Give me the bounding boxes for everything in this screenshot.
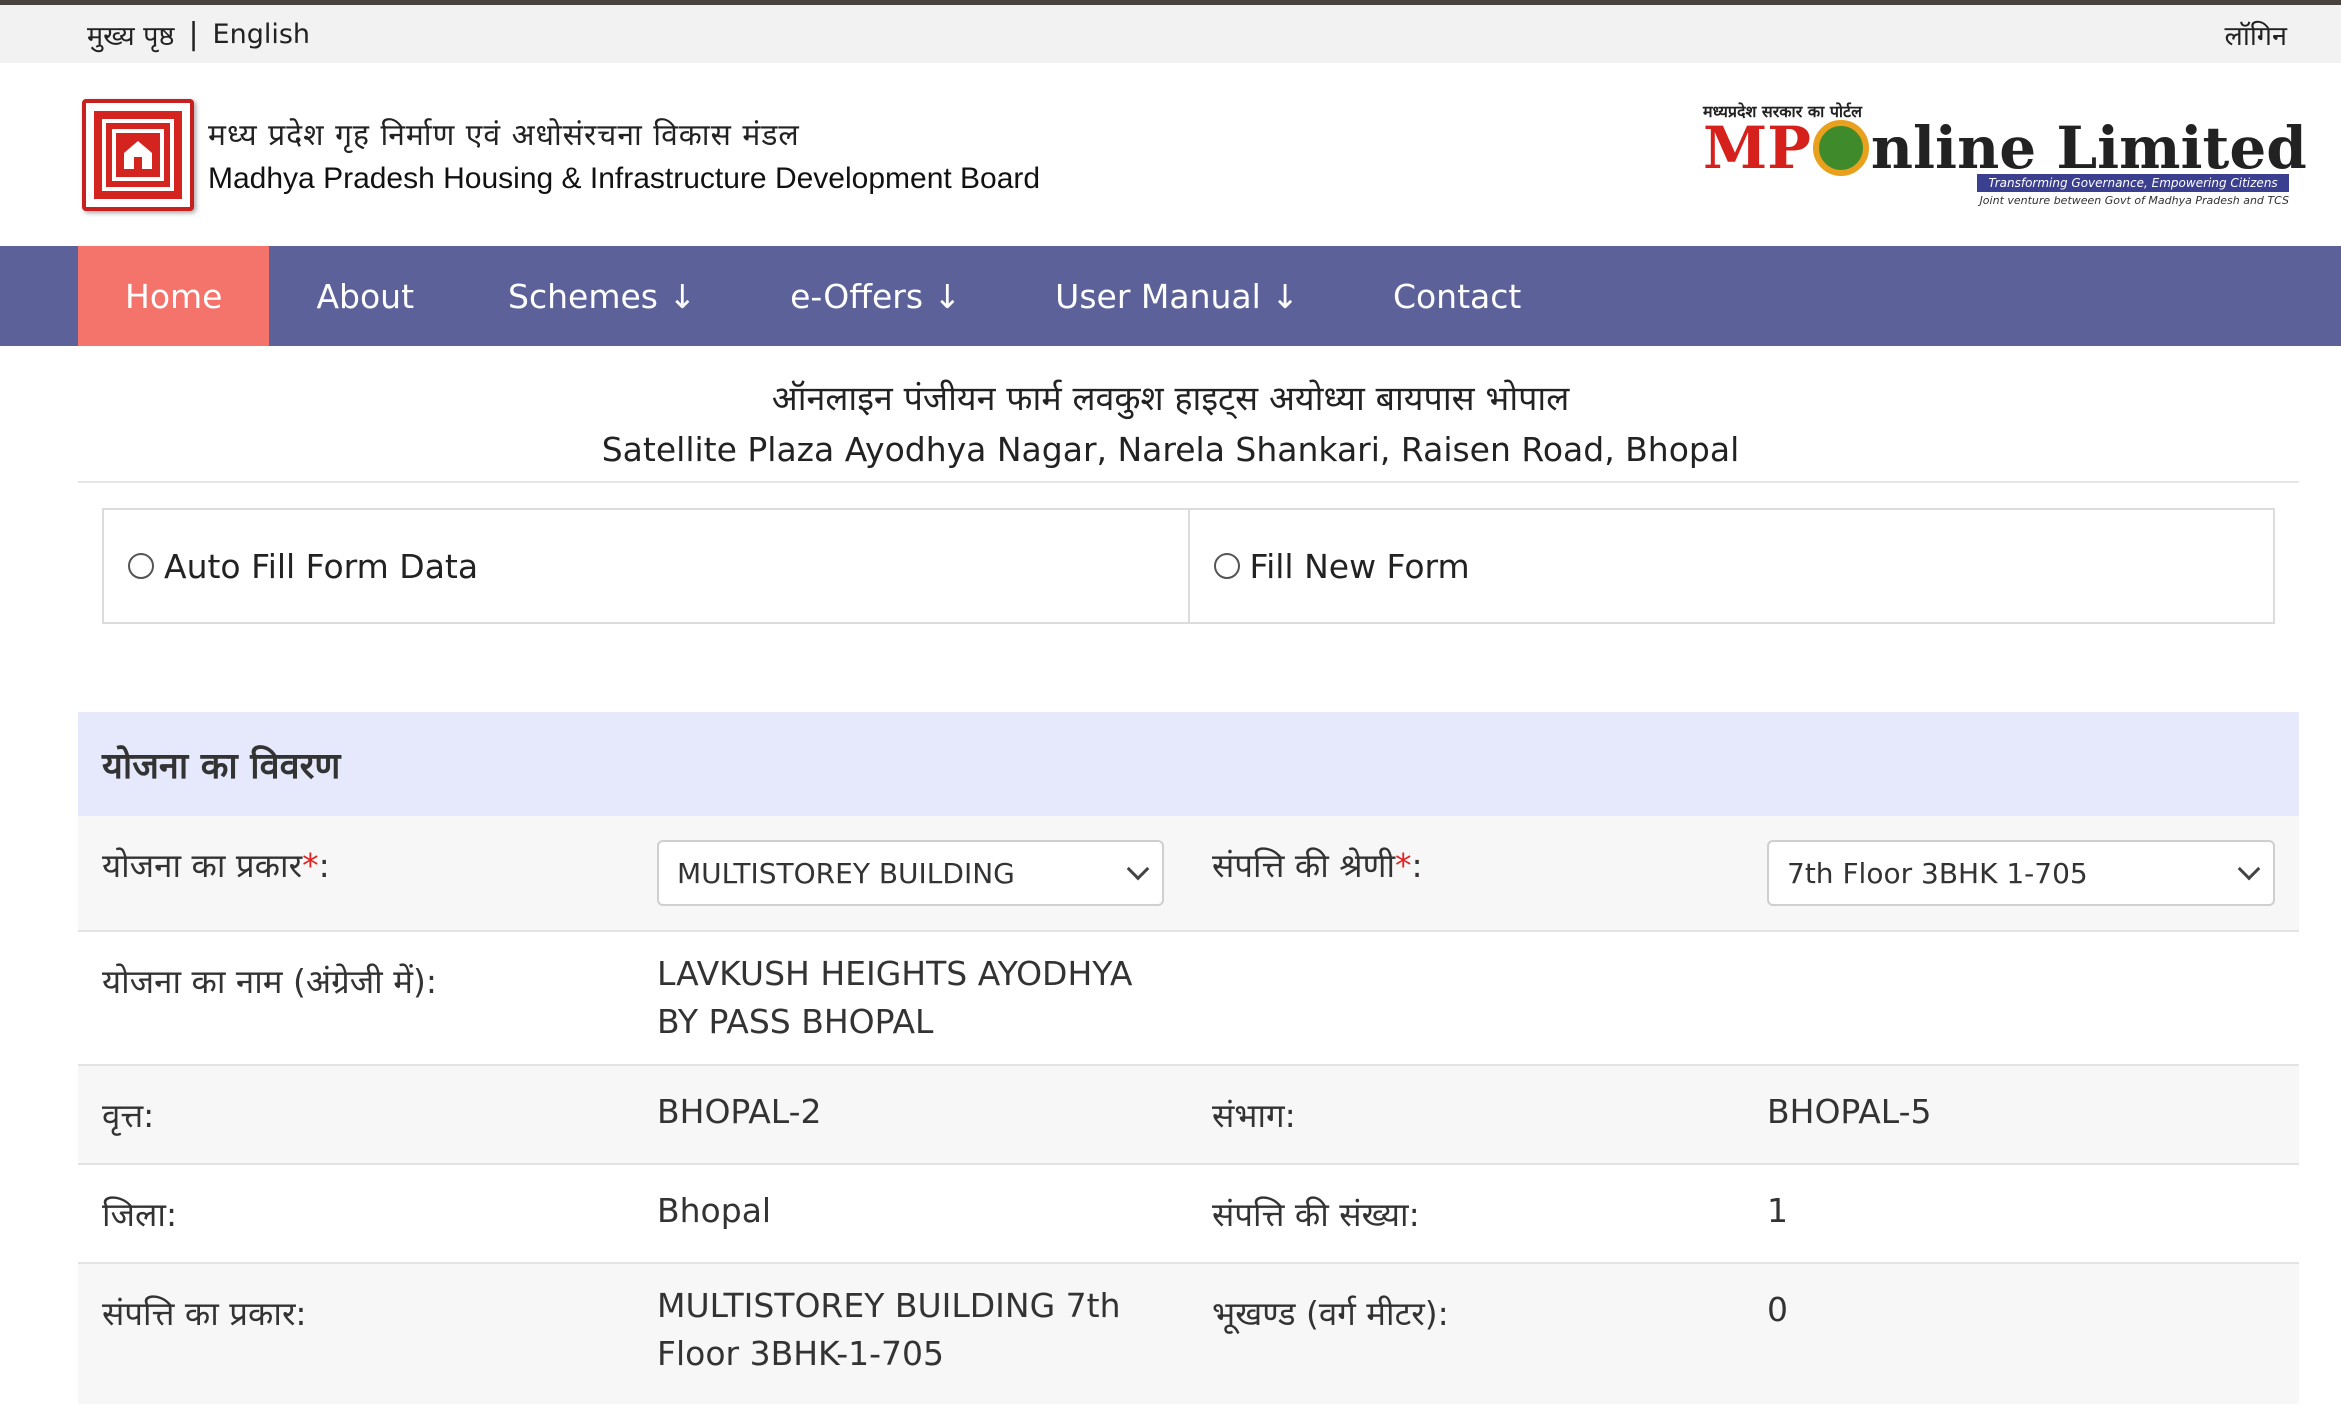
property-category-cell: 7th Floor 3BHK 1-705 [1743,816,2299,930]
home-hindi-link[interactable]: मुख्य पृष्ठ [87,16,174,53]
page-title-hindi: ऑनलाइन पंजीयन फार्म लवकुश हाइट्स अयोध्या… [771,379,1570,419]
empty-cell [1188,932,1743,1064]
property-category-label: संपत्ति की श्रेणी*: [1188,816,1743,930]
autofill-option[interactable]: Auto Fill Form Data [104,510,1188,622]
circle-row: वृत्त: BHOPAL-2 संभाग: BHOPAL-5 [78,1066,2299,1165]
mponline-emblem-icon [1812,119,1869,176]
required-mark: * [1395,846,1412,885]
page-title-english: Satellite Plaza Ayodhya Nagar, Narela Sh… [601,430,1740,469]
required-mark: * [302,846,319,885]
empty-cell [1743,932,2299,1064]
scheme-name-row: योजना का नाम (अंग्रेजी में): LAVKUSH HEI… [78,932,2299,1066]
top-bar: मुख्य पृष्ठ | English लॉगिन [0,5,2341,63]
division-value: BHOPAL-5 [1767,1092,1932,1131]
nav-contact[interactable]: Contact [1346,246,1568,346]
chevron-down-icon [1126,857,1150,881]
scheme-type-row: योजना का प्रकार*: MULTISTOREY BUILDING स… [78,816,2299,932]
circle-value: BHOPAL-2 [657,1092,822,1131]
new-form-option[interactable]: Fill New Form [1187,510,2274,622]
district-value: Bhopal [657,1191,772,1230]
scheme-type-selected: MULTISTOREY BUILDING [677,856,1015,890]
division-label: संभाग: [1212,1096,1296,1135]
board-logo-icon [82,98,194,211]
mponline-wordmark: MP nline Limited [1703,114,2307,182]
nav-e-offers[interactable]: e-Offers ↓ [743,246,1008,346]
district-label: जिला: [102,1195,178,1234]
top-bar-left: मुख्य पृष्ठ | English [87,16,310,53]
mponline-mp-text: MP [1703,113,1811,182]
plot-area-value: 0 [1767,1290,1788,1329]
chevron-down-icon [2237,857,2261,881]
login-link[interactable]: लॉगिन [2225,16,2287,53]
circle-label: वृत्त: [102,1096,155,1135]
autofill-radio[interactable] [128,553,154,579]
new-form-radio[interactable] [1213,553,1240,579]
district-row: जिला: Bhopal संपत्ति की संख्या: 1 [78,1165,2299,1264]
property-count-label: संपत्ति की संख्या: [1212,1195,1420,1234]
mponline-logo[interactable]: मध्यप्रदेश सरकार का पोर्टल MP nline Limi… [1703,100,2307,210]
new-form-label: Fill New Form [1249,546,1470,586]
main-nav: Home About Schemes ↓ e-Offers ↓ User Man… [0,246,2341,346]
scheme-name-value: LAVKUSH HEIGHTS AYODHYA BY PASS BHOPAL [657,954,1133,1041]
mponline-tagline: Transforming Governance, Empowering Citi… [1977,173,2289,192]
autofill-label: Auto Fill Form Data [164,546,479,586]
separator: | [188,16,199,52]
scheme-type-cell: MULTISTOREY BUILDING [633,816,1188,930]
scheme-details-section: योजना का विवरण योजना का प्रकार*: MULTIST… [78,712,2299,1404]
board-name: मध्य प्रदेश गृह निर्माण एवं अधोसंरचना वि… [208,113,1040,196]
english-language-link[interactable]: English [213,19,311,50]
property-type-value: MULTISTOREY BUILDING 7th Floor 3BHK-1-70… [657,1286,1121,1373]
property-count-value: 1 [1767,1191,1788,1230]
property-category-label-text: संपत्ति की श्रेणी [1212,846,1396,885]
scheme-name-label: योजना का नाम (अंग्रेजी में): [102,962,437,1001]
property-category-selected: 7th Floor 3BHK 1-705 [1787,856,2088,890]
property-type-label: संपत्ति का प्रकार: [102,1294,307,1333]
property-type-row: संपत्ति का प्रकार: MULTISTOREY BUILDING … [78,1264,2299,1404]
label-colon: : [1411,846,1423,885]
plot-area-label: भूखण्ड (वर्ग मीटर): [1212,1294,1449,1333]
scheme-type-select[interactable]: MULTISTOREY BUILDING [657,840,1164,906]
board-name-english: Madhya Pradesh Housing & Infrastructure … [208,162,1041,195]
scheme-details-heading: योजना का विवरण [78,712,2299,816]
property-category-select[interactable]: 7th Floor 3BHK 1-705 [1767,840,2275,906]
page-title: ऑनलाइन पंजीयन फार्म लवकुश हाइट्स अयोध्या… [0,346,2341,469]
label-colon: : [318,846,330,885]
board-name-hindi: मध्य प्रदेश गृह निर्माण एवं अधोसंरचना वि… [208,118,800,153]
mponline-joint-venture: Joint venture between Govt of Madhya Pra… [1979,193,2289,207]
title-divider [78,481,2299,483]
mponline-name-text: nline Limited [1870,113,2307,182]
nav-schemes[interactable]: Schemes ↓ [461,246,743,346]
form-mode-panel: Auto Fill Form Data Fill New Form [102,508,2275,624]
scheme-type-label-text: योजना का प्रकार [102,846,303,885]
scheme-type-label: योजना का प्रकार*: [78,816,633,930]
nav-user-manual[interactable]: User Manual ↓ [1008,246,1346,346]
nav-about[interactable]: About [269,246,461,346]
site-header: मध्य प्रदेश गृह निर्माण एवं अधोसंरचना वि… [0,63,2341,246]
board-brand[interactable]: मध्य प्रदेश गृह निर्माण एवं अधोसंरचना वि… [82,98,1040,211]
nav-home[interactable]: Home [78,246,270,346]
